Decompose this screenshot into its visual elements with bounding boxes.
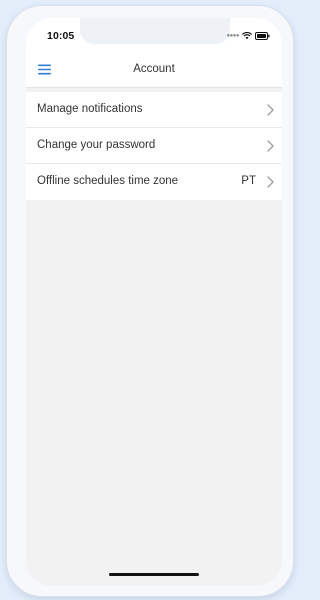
device-notch: [80, 18, 230, 44]
app-header: Account: [26, 52, 282, 88]
chevron-right-icon: [267, 104, 274, 116]
account-settings-list: Manage notifications Change your passwor…: [26, 92, 282, 200]
settings-item-manage-notifications[interactable]: Manage notifications: [26, 92, 282, 128]
chevron-right-icon: [267, 140, 274, 152]
status-indicators: ●●●●: [227, 30, 271, 42]
time-zone-value: PT: [241, 175, 256, 187]
page-title: Account: [133, 63, 175, 75]
settings-item-label: Manage notifications: [37, 103, 143, 115]
device-backdrop: 10:05 ●●●● Account Manage notifications …: [0, 0, 300, 600]
chevron-right-icon: [267, 176, 274, 188]
settings-item-change-password[interactable]: Change your password: [26, 128, 282, 164]
status-time: 10:05: [47, 30, 75, 42]
home-indicator[interactable]: [109, 573, 199, 576]
battery-icon: [255, 32, 270, 40]
wifi-icon: [242, 32, 252, 40]
settings-item-label: Change your password: [37, 139, 156, 151]
app-screen: 10:05 ●●●● Account Manage notifications …: [26, 18, 282, 586]
cellular-signal-icon: ●●●●: [226, 33, 240, 39]
status-bar: 10:05 ●●●●: [26, 18, 282, 52]
settings-item-offline-time-zone[interactable]: Offline schedules time zone PT: [26, 164, 282, 200]
settings-item-label: Offline schedules time zone: [37, 175, 179, 187]
